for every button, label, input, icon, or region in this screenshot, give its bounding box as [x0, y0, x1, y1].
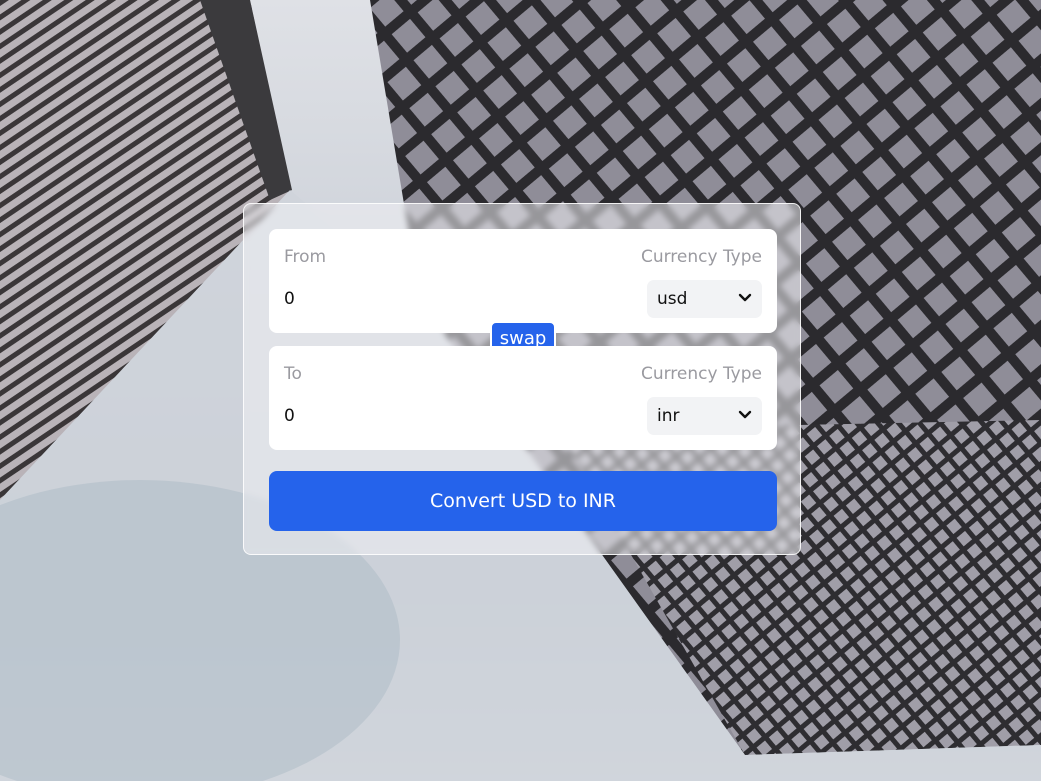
to-currency-select[interactable]: inr	[647, 397, 762, 435]
from-label: From	[284, 247, 327, 267]
to-currency-value: inr	[657, 406, 680, 426]
to-label: To	[284, 364, 302, 384]
to-currency-label: Currency Type	[640, 364, 762, 384]
chevron-down-icon	[738, 293, 752, 302]
from-amount-input[interactable]	[284, 284, 584, 314]
to-amount-input[interactable]	[284, 401, 584, 431]
convert-button[interactable]: Convert USD to INR	[269, 471, 777, 531]
converter-card: From Currency Type usd swap To Currency …	[243, 203, 801, 555]
from-currency-label: Currency Type	[640, 247, 762, 267]
to-panel: To Currency Type inr	[269, 346, 777, 450]
from-currency-value: usd	[657, 289, 688, 309]
chevron-down-icon	[738, 410, 752, 419]
from-currency-select[interactable]: usd	[647, 280, 762, 318]
from-panel: From Currency Type usd	[269, 229, 777, 333]
